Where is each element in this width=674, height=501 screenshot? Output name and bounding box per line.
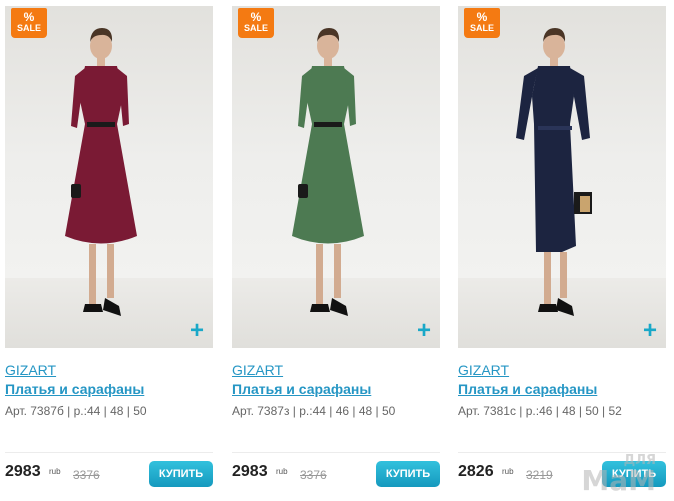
price: 2826 <box>458 463 494 480</box>
model-figure <box>516 28 592 316</box>
category-link[interactable]: Платья и сарафаны <box>232 381 371 397</box>
brand-link[interactable]: GIZART <box>5 362 56 378</box>
product-card[interactable]: % SALE + GIZART Платья и сарафаны Арт. 7… <box>5 6 213 496</box>
add-plus-icon[interactable]: + <box>185 319 209 344</box>
sale-label: SALE <box>469 23 494 33</box>
article-sizes: Арт. 7387з | р.:44 | 46 | 48 | 50 <box>232 404 396 418</box>
add-plus-icon[interactable]: + <box>638 319 662 344</box>
sale-badge: % SALE <box>464 8 500 38</box>
model-figure <box>292 28 364 316</box>
sale-label: SALE <box>243 23 268 33</box>
divider <box>5 452 213 453</box>
model-figure <box>65 28 137 316</box>
currency-label: rub <box>276 467 288 476</box>
sale-label: SALE <box>16 23 41 33</box>
brand-link[interactable]: GIZART <box>232 362 283 378</box>
dress-model-image <box>65 28 137 316</box>
product-photo[interactable]: % SALE + <box>232 6 440 348</box>
price: 2983 <box>232 463 268 480</box>
price: 2983 <box>5 463 41 480</box>
watermark-line-2: MaM <box>581 464 656 497</box>
sale-badge: % SALE <box>11 8 47 38</box>
buy-button[interactable]: КУПИТЬ <box>376 461 440 487</box>
sale-percent-icon: % <box>250 10 262 24</box>
brand-link[interactable]: GIZART <box>458 362 509 378</box>
article-sizes: Арт. 7387б | р.:44 | 48 | 50 <box>5 404 147 418</box>
add-plus-icon[interactable]: + <box>412 319 436 344</box>
sale-badge: % SALE <box>238 8 274 38</box>
dress-model-image <box>292 28 364 316</box>
product-card[interactable]: % SALE + GIZART Платья и сарафаны Арт. 7… <box>232 6 440 496</box>
currency-label: rub <box>502 467 514 476</box>
dress-model-image <box>516 28 592 316</box>
sale-percent-icon: % <box>476 10 488 24</box>
sale-percent-icon: % <box>23 10 35 24</box>
article-sizes: Арт. 7381с | р.:46 | 48 | 50 | 52 <box>458 404 622 418</box>
product-photo[interactable]: % SALE + <box>458 6 666 348</box>
site-watermark: ДЛЯ MaM <box>581 454 656 495</box>
buy-button[interactable]: КУПИТЬ <box>149 461 213 487</box>
old-price: 3219 <box>526 468 553 482</box>
product-card[interactable]: % SALE + GIZART Платья и сарафаны Арт. 7… <box>458 6 666 496</box>
old-price: 3376 <box>73 468 100 482</box>
category-link[interactable]: Платья и сарафаны <box>458 381 597 397</box>
product-photo[interactable]: % SALE + <box>5 6 213 348</box>
divider <box>232 452 440 453</box>
old-price: 3376 <box>300 468 327 482</box>
currency-label: rub <box>49 467 61 476</box>
category-link[interactable]: Платья и сарафаны <box>5 381 144 397</box>
